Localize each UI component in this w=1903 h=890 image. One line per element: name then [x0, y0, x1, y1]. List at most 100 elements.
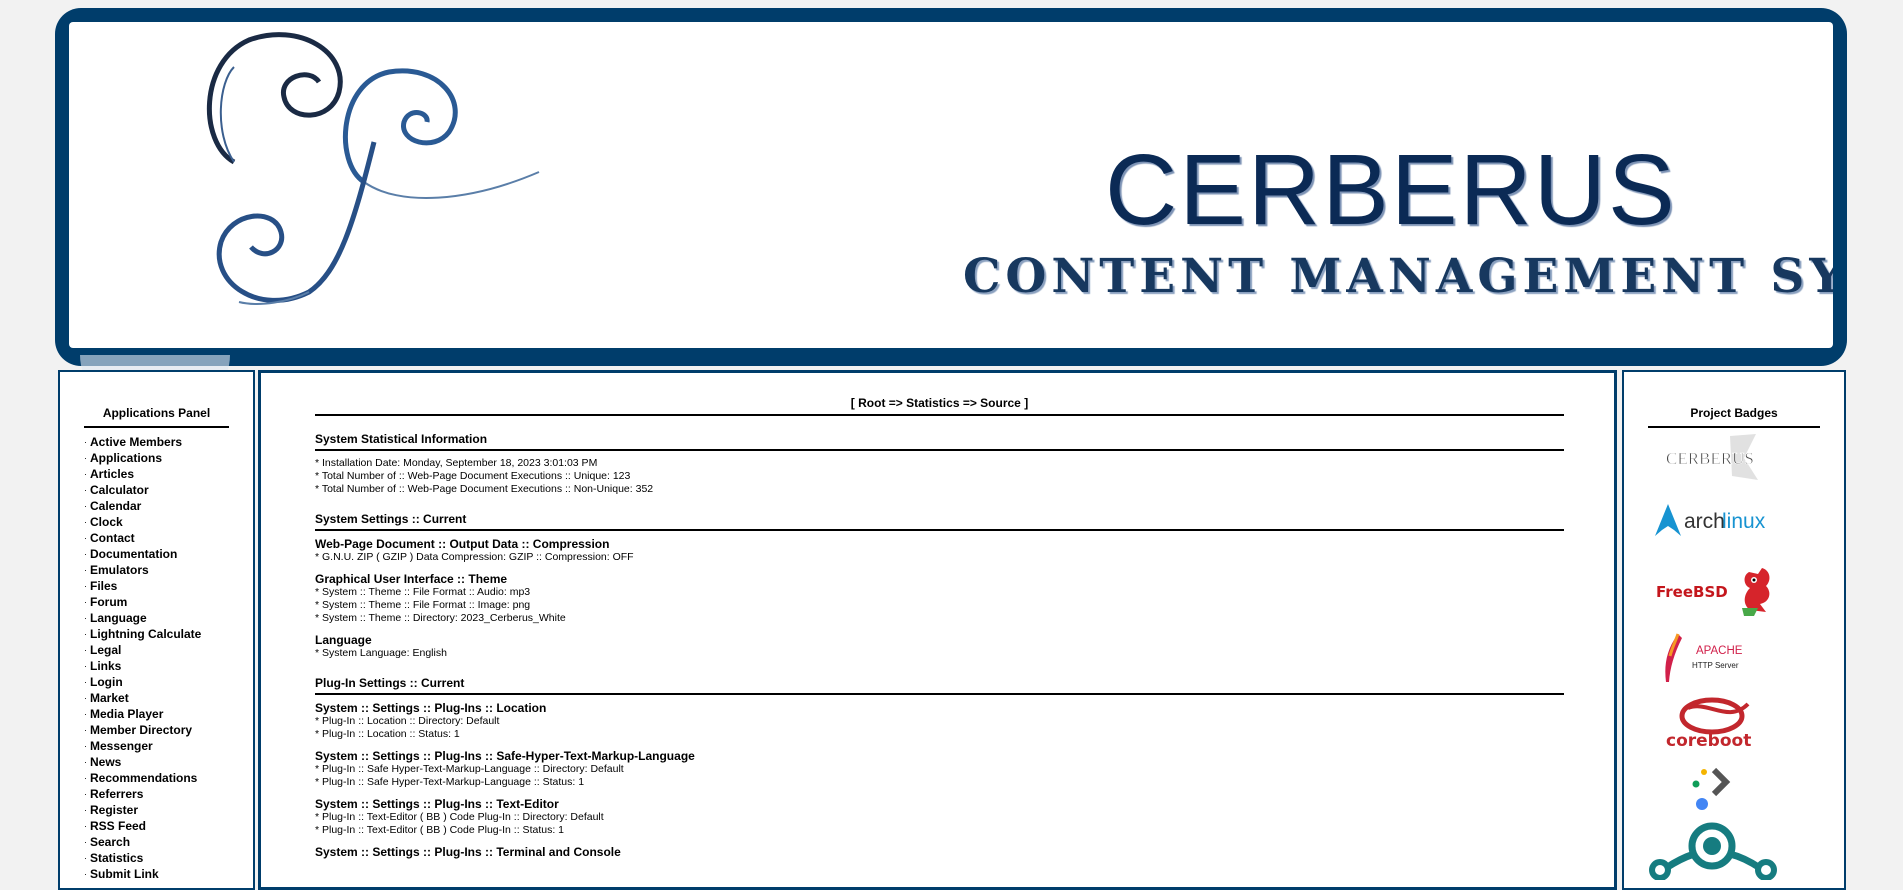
- archlinux-badge-link[interactable]: arch linux: [1654, 500, 1774, 549]
- app-menu-item[interactable]: · Referrers: [84, 786, 253, 802]
- statistics-lines: * Installation Date: Monday, September 1…: [315, 457, 1564, 496]
- app-menu-item-label[interactable]: Lightning Calculate: [90, 627, 201, 641]
- cerberus-badge-icon: CERBERUS: [1666, 434, 1758, 480]
- app-menu-item-label[interactable]: Member Directory: [90, 723, 192, 737]
- app-menu-item-label[interactable]: Referrers: [90, 787, 143, 801]
- app-menu-item[interactable]: · Submit Link: [84, 866, 253, 882]
- app-menu-item[interactable]: · Calendar: [84, 498, 253, 514]
- plugin-line: * Plug-In :: Location :: Directory: Defa…: [315, 715, 500, 727]
- app-menu-item[interactable]: · Statistics: [84, 850, 253, 866]
- group-title: System :: Settings :: Plug-Ins :: Locati…: [315, 701, 547, 715]
- plugin-line: * Plug-In :: Location :: Status: 1: [315, 728, 460, 740]
- app-menu-item-label[interactable]: Recommendations: [90, 771, 197, 785]
- app-menu-item-label[interactable]: Forum: [90, 595, 127, 609]
- app-menu-item[interactable]: · Applications: [84, 450, 253, 466]
- app-menu-item-label[interactable]: Files: [90, 579, 117, 593]
- plugin-group: System :: Settings :: Plug-Ins :: Locati…: [315, 701, 1564, 741]
- app-menu-item[interactable]: · Lightning Calculate: [84, 626, 253, 642]
- bullet-icon: ·: [84, 533, 87, 543]
- app-menu-item[interactable]: · Market: [84, 690, 253, 706]
- lineageos-badge-link[interactable]: [1648, 820, 1778, 885]
- app-menu-item[interactable]: · Links: [84, 658, 253, 674]
- cerberus-badge-link[interactable]: CERBERUS: [1660, 430, 1770, 489]
- app-menu-item-label[interactable]: Language: [90, 611, 147, 625]
- section-title-settings: System Settings :: Current: [315, 512, 467, 526]
- app-menu-item[interactable]: · Articles: [84, 466, 253, 482]
- app-menu-item[interactable]: · Media Player: [84, 706, 253, 722]
- archlinux-icon: arch linux: [1655, 504, 1766, 536]
- app-menu-item-label[interactable]: Calculator: [90, 483, 149, 497]
- brand-title: CERBERUS: [1105, 134, 1677, 246]
- apache-badge-link[interactable]: APACHE HTTP Server: [1658, 632, 1768, 691]
- bullet-icon: ·: [84, 501, 87, 511]
- settings-group: Graphical User Interface :: Theme * Syst…: [315, 572, 1564, 625]
- app-menu-item-label[interactable]: Legal: [90, 643, 121, 657]
- coreboot-badge-link[interactable]: coreboot: [1658, 694, 1778, 759]
- bullet-icon: ·: [84, 709, 87, 719]
- app-menu-item-label[interactable]: Calendar: [90, 499, 141, 513]
- freebsd-badge-link[interactable]: FreeBSD: [1654, 562, 1784, 627]
- dart-badge-link[interactable]: [1686, 764, 1746, 819]
- app-menu-item-label[interactable]: Clock: [90, 515, 123, 529]
- applications-panel: Applications Panel · Active Members · Appli…: [58, 370, 255, 890]
- app-menu-item[interactable]: · Active Members: [84, 434, 253, 450]
- divider: [1648, 426, 1820, 428]
- bullet-icon: ·: [84, 485, 87, 495]
- app-menu-item[interactable]: · Calculator: [84, 482, 253, 498]
- app-menu-item-label[interactable]: Media Player: [90, 707, 163, 721]
- app-menu-item[interactable]: · Recommendations: [84, 770, 253, 786]
- app-menu-item-label[interactable]: Search: [90, 835, 130, 849]
- app-menu-item[interactable]: · Legal: [84, 642, 253, 658]
- section-title-statistics: System Statistical Information: [315, 432, 488, 446]
- app-menu-item[interactable]: · Member Directory: [84, 722, 253, 738]
- app-menu-item-label[interactable]: Market: [90, 691, 129, 705]
- app-menu-item[interactable]: · Clock: [84, 514, 253, 530]
- app-menu-item-label[interactable]: Statistics: [90, 851, 143, 865]
- app-menu-item-label[interactable]: Register: [90, 803, 138, 817]
- app-menu-item-label[interactable]: Documentation: [90, 547, 177, 561]
- bullet-icon: ·: [84, 597, 87, 607]
- cerberus-badge-text: CERBERUS: [1666, 449, 1754, 468]
- app-menu-item-label[interactable]: Login: [90, 675, 123, 689]
- bullet-icon: ·: [84, 837, 87, 847]
- app-menu-item-label[interactable]: Articles: [90, 467, 134, 481]
- bullet-icon: ·: [84, 773, 87, 783]
- app-menu-item[interactable]: · Contact: [84, 530, 253, 546]
- app-menu-item[interactable]: · Forum: [84, 594, 253, 610]
- setting-line: * System :: Theme :: File Format :: Imag…: [315, 599, 531, 611]
- app-menu-item[interactable]: · Messenger: [84, 738, 253, 754]
- plugin-group: System :: Settings :: Plug-Ins :: Safe-H…: [315, 749, 1564, 789]
- bullet-icon: ·: [84, 789, 87, 799]
- bullet-icon: ·: [84, 581, 87, 591]
- app-menu-item[interactable]: · News: [84, 754, 253, 770]
- app-menu-item[interactable]: · Emulators: [84, 562, 253, 578]
- bullet-icon: ·: [84, 517, 87, 527]
- coreboot-text: coreboot: [1666, 731, 1751, 751]
- app-menu-item[interactable]: · Language: [84, 610, 253, 626]
- bullet-icon: ·: [84, 469, 87, 479]
- app-menu-item[interactable]: · Login: [84, 674, 253, 690]
- coreboot-icon: coreboot: [1666, 697, 1751, 751]
- app-menu-item-label[interactable]: RSS Feed: [90, 819, 146, 833]
- app-menu-item-label[interactable]: Emulators: [90, 563, 149, 577]
- plugin-line: * Plug-In :: Text-Editor ( BB ) Code Plu…: [315, 811, 604, 823]
- app-menu-item-label[interactable]: Applications: [90, 451, 162, 465]
- stat-line: * Total Number of :: Web-Page Document E…: [315, 470, 631, 482]
- app-menu-item-label[interactable]: Submit Link: [90, 867, 159, 881]
- section-title-plugins: Plug-In Settings :: Current: [315, 676, 465, 690]
- plugin-line: * Plug-In :: Safe Hyper-Text-Markup-Lang…: [315, 763, 624, 775]
- bullet-icon: ·: [84, 725, 87, 735]
- app-menu-item[interactable]: · RSS Feed: [84, 818, 253, 834]
- app-menu-item-label[interactable]: News: [90, 755, 121, 769]
- project-badges-heading: Project Badges: [1690, 406, 1778, 420]
- plugin-line: * Plug-In :: Safe Hyper-Text-Markup-Lang…: [315, 776, 585, 788]
- app-menu-item-label[interactable]: Messenger: [90, 739, 153, 753]
- app-menu-item[interactable]: · Documentation: [84, 546, 253, 562]
- app-menu-item-label[interactable]: Links: [90, 659, 121, 673]
- app-menu-item[interactable]: · Register: [84, 802, 253, 818]
- app-menu-item-label[interactable]: Contact: [90, 531, 135, 545]
- app-menu-item[interactable]: · Search: [84, 834, 253, 850]
- settings-group: Language * System Language: English: [315, 633, 1564, 660]
- app-menu-item-label[interactable]: Active Members: [90, 435, 182, 449]
- app-menu-item[interactable]: · Files: [84, 578, 253, 594]
